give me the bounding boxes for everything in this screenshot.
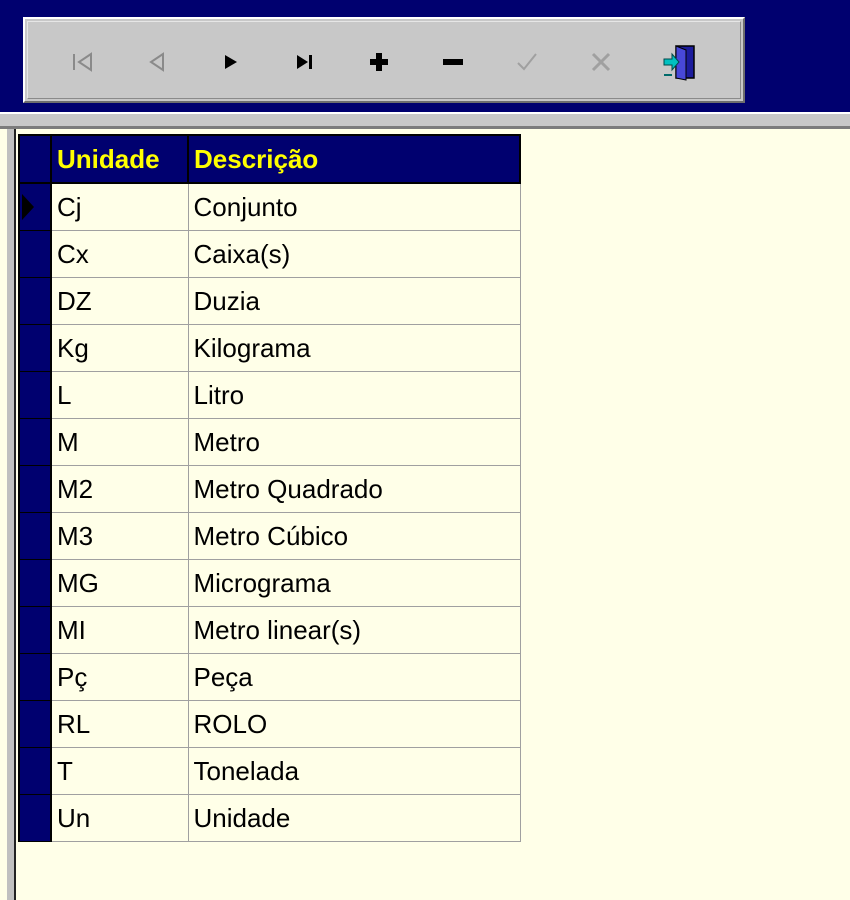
last-record-icon — [297, 55, 312, 69]
table-row[interactable]: DZ Duzia — [18, 277, 521, 325]
insert-record-button[interactable] — [351, 39, 407, 85]
row-indicator[interactable] — [18, 559, 52, 607]
last-record-button[interactable] — [277, 39, 333, 85]
table-row[interactable]: RL ROLO — [18, 700, 521, 748]
cell-unidade[interactable]: DZ — [50, 277, 189, 325]
cell-descricao[interactable]: ROLO — [187, 700, 521, 748]
cell-descricao[interactable]: Metro linear(s) — [187, 606, 521, 654]
row-indicator[interactable] — [18, 465, 52, 513]
table-row[interactable]: M Metro — [18, 418, 521, 466]
indicator-header — [18, 134, 52, 184]
table-row[interactable]: T Tonelada — [18, 747, 521, 795]
first-record-icon — [73, 52, 92, 72]
cell-unidade[interactable]: Cj — [50, 182, 189, 231]
table-row[interactable]: Cj Conjunto — [18, 182, 521, 231]
top-band — [0, 0, 850, 112]
prior-record-button[interactable] — [129, 39, 185, 85]
row-indicator[interactable] — [18, 324, 52, 372]
db-navigator-toolbar — [23, 17, 745, 103]
next-record-icon — [225, 55, 237, 69]
cell-descricao[interactable]: Caixa(s) — [187, 230, 521, 278]
cell-descricao[interactable]: Litro — [187, 371, 521, 419]
grid-frame-edge — [7, 129, 16, 900]
units-table: Unidade Descrição Cj Conjunto Cx Caixa(s) DZ… — [18, 134, 521, 842]
prior-record-icon — [149, 52, 164, 72]
toolbar-separator — [0, 112, 850, 129]
cell-unidade[interactable]: RL — [50, 700, 189, 748]
exit-door-icon — [663, 45, 695, 81]
next-record-button[interactable] — [203, 39, 259, 85]
cell-descricao[interactable]: Tonelada — [187, 747, 521, 795]
row-indicator[interactable] — [18, 700, 52, 748]
cell-unidade[interactable]: Pç — [50, 653, 189, 701]
table-row[interactable]: Pç Peça — [18, 653, 521, 701]
cell-unidade[interactable]: M3 — [50, 512, 189, 560]
cell-unidade[interactable]: T — [50, 747, 189, 795]
cell-unidade[interactable]: Cx — [50, 230, 189, 278]
cell-descricao[interactable]: Kilograma — [187, 324, 521, 372]
delete-record-button[interactable] — [425, 39, 481, 85]
row-indicator[interactable] — [18, 606, 52, 654]
first-record-button[interactable] — [55, 39, 111, 85]
row-indicator[interactable] — [18, 794, 52, 842]
table-row[interactable]: MG Micrograma — [18, 559, 521, 607]
row-indicator[interactable] — [18, 512, 52, 560]
cancel-edit-icon — [591, 52, 611, 72]
column-header-unidade[interactable]: Unidade — [50, 134, 189, 184]
cell-descricao[interactable]: Conjunto — [187, 182, 521, 231]
table-row[interactable]: Kg Kilograma — [18, 324, 521, 372]
row-indicator[interactable] — [18, 277, 52, 325]
cell-unidade[interactable]: M — [50, 418, 189, 466]
row-indicator[interactable] — [18, 418, 52, 466]
cell-unidade[interactable]: Un — [50, 794, 189, 842]
row-indicator[interactable] — [18, 653, 52, 701]
cell-unidade[interactable]: Kg — [50, 324, 189, 372]
delete-record-icon — [443, 59, 463, 65]
row-indicator[interactable] — [18, 747, 52, 795]
cell-unidade[interactable]: MI — [50, 606, 189, 654]
cell-descricao[interactable]: Unidade — [187, 794, 521, 842]
cell-unidade[interactable]: L — [50, 371, 189, 419]
post-edit-icon — [517, 53, 537, 71]
table-row[interactable]: L Litro — [18, 371, 521, 419]
cell-unidade[interactable]: MG — [50, 559, 189, 607]
table-row[interactable]: M3 Metro Cúbico — [18, 512, 521, 560]
column-header-descricao[interactable]: Descrição — [187, 134, 521, 184]
cell-unidade[interactable]: M2 — [50, 465, 189, 513]
table-row[interactable]: M2 Metro Quadrado — [18, 465, 521, 513]
cell-descricao[interactable]: Micrograma — [187, 559, 521, 607]
row-indicator[interactable] — [18, 371, 52, 419]
cell-descricao[interactable]: Peça — [187, 653, 521, 701]
insert-record-icon — [370, 53, 388, 71]
current-row-arrow-icon — [22, 194, 34, 220]
table-row[interactable]: Un Unidade — [18, 794, 521, 842]
cell-descricao[interactable]: Metro Cúbico — [187, 512, 521, 560]
cell-descricao[interactable]: Metro Quadrado — [187, 465, 521, 513]
post-edit-button[interactable] — [499, 39, 555, 85]
exit-button[interactable] — [653, 39, 709, 85]
table-row[interactable]: Cx Caixa(s) — [18, 230, 521, 278]
cell-descricao[interactable]: Metro — [187, 418, 521, 466]
header-row: Unidade Descrição — [18, 134, 521, 184]
row-indicator[interactable] — [18, 182, 52, 231]
cancel-edit-button[interactable] — [573, 39, 629, 85]
units-grid: Unidade Descrição Cj Conjunto Cx Caixa(s) DZ… — [18, 134, 521, 842]
cell-descricao[interactable]: Duzia — [187, 277, 521, 325]
row-indicator[interactable] — [18, 230, 52, 278]
table-row[interactable]: MI Metro linear(s) — [18, 606, 521, 654]
